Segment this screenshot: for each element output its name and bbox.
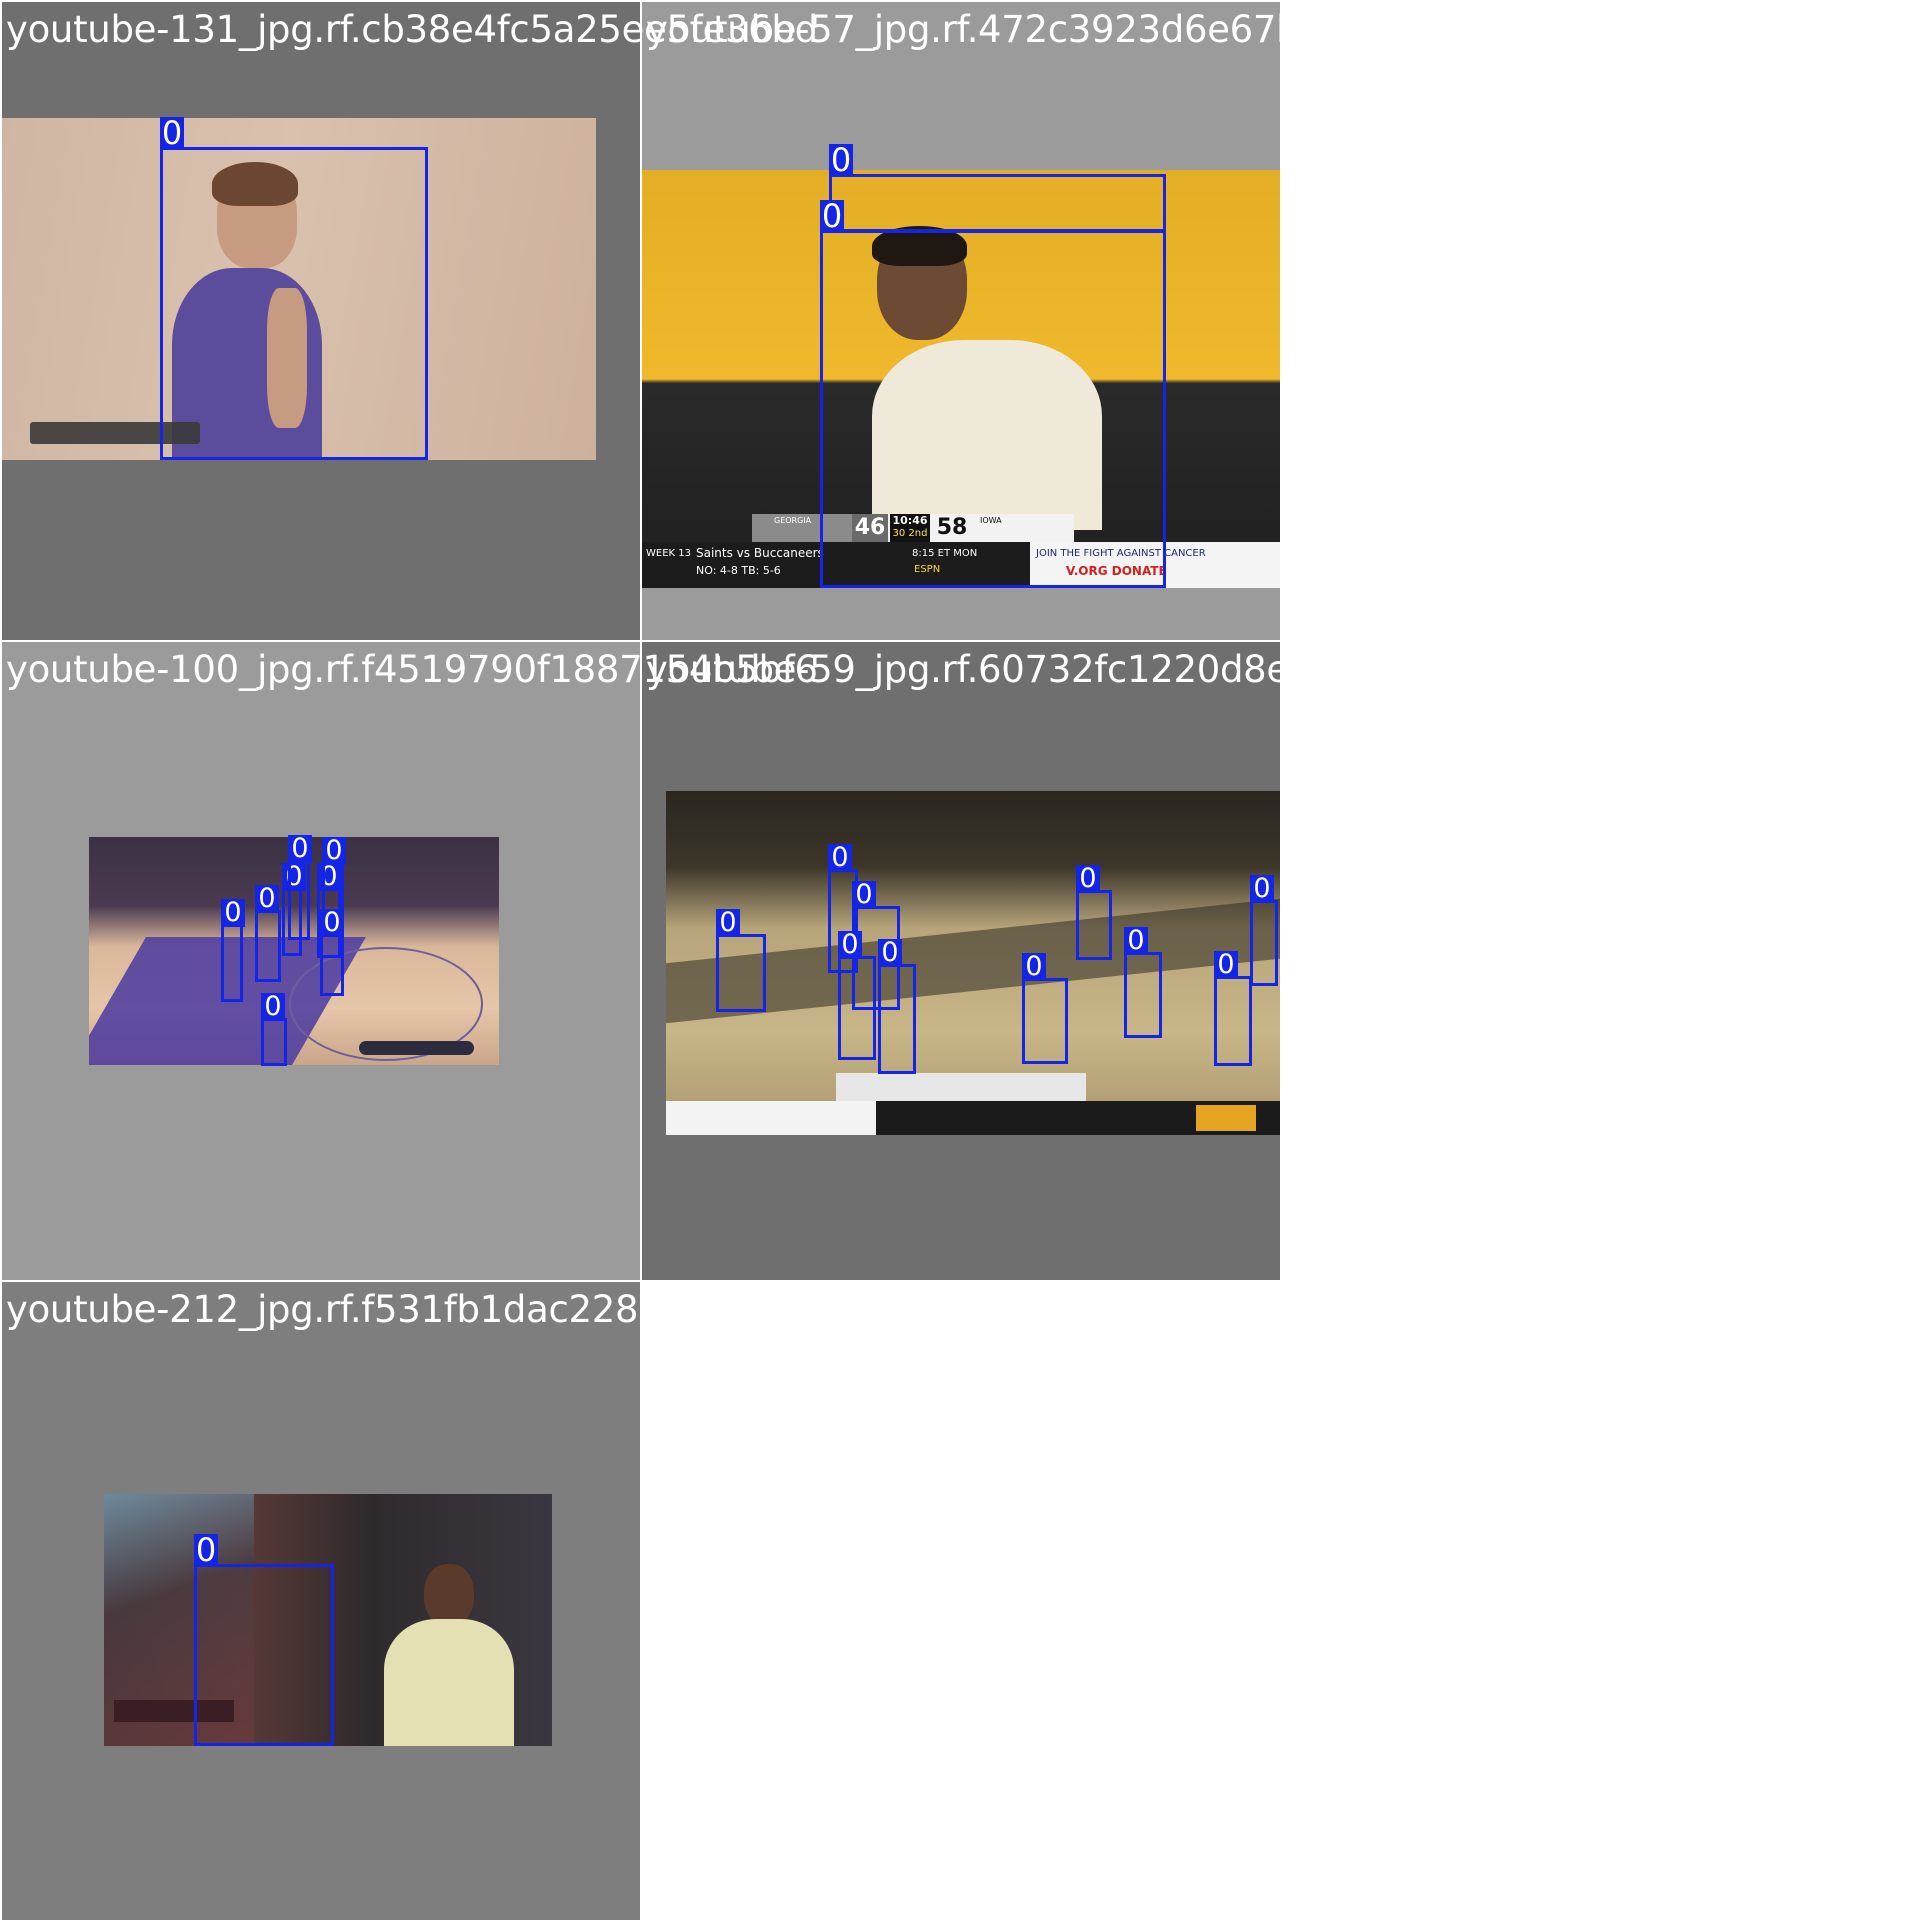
mosaic-tile-2: youtube-57_jpg.rf.472c3923d6e67bb7df7935… [642,2,1475,640]
bounding-box: 0 [221,899,245,1002]
class-label: 0 [878,939,902,967]
class-label: 0 [1022,953,1046,981]
class-label: 0 [255,885,279,913]
ticker-records: NO: 4-8 TB: 5-6 [696,564,781,577]
mosaic-tile-5: youtube-212_jpg.rf.f531fb1dac22819ab876d… [2,1282,823,1920]
mosaic-tile-1: youtube-131_jpg.rf.cb38e4fc5a25ee5fe36bd… [2,2,818,640]
news-ticker [666,1101,1280,1135]
bounding-box: 0 [320,909,344,996]
class-label: 0 [320,909,344,937]
bounding-box: 0 [716,909,766,1012]
scoreboard-strip [836,1073,1086,1101]
scoreboard-strip [359,1041,474,1055]
bounding-box: 0 [255,885,281,982]
class-label: 0 [852,881,876,909]
bounding-box: 0 [288,835,312,940]
class-label: 0 [160,114,184,152]
class-label: 0 [288,835,312,863]
bounding-box: 0 [1076,865,1112,960]
class-label: 0 [838,931,862,959]
class-label: 0 [1250,875,1274,903]
class-label: 0 [322,837,346,865]
bounding-box: 0 [194,1534,334,1746]
mosaic-tile-4: youtube-59_jpg.rf.60732fc1220d8e3a8802b3… [642,642,1474,1280]
tile-title: youtube-59_jpg.rf.60732fc1220d8e3a8802b3 [646,648,1474,691]
ticker-week: WEEK 13 [646,548,691,559]
class-label: 0 [820,197,844,235]
class-label: 0 [261,993,285,1021]
class-label: 0 [1076,865,1100,893]
class-label: 0 [1214,951,1238,979]
bounding-box: 0 [878,939,916,1074]
class-label: 0 [194,1531,218,1569]
ticker-match: Saints vs Buccaneers [696,546,824,560]
class-label: 0 [716,909,740,937]
bounding-box: 0 [1124,927,1162,1038]
class-label: 0 [1124,927,1148,955]
bounding-box: 0 [1022,953,1068,1064]
mosaic-tile-3: youtube-100_jpg.rf.f4519790f1887154b5bf6… [2,642,818,1280]
bounding-box: 0 [1214,951,1252,1066]
bounding-box: 0 [838,931,876,1060]
bounding-box: 0 [1250,875,1278,986]
tile-title: youtube-57_jpg.rf.472c3923d6e67bb7df7935 [646,8,1475,51]
bounding-box: 0 [160,117,428,460]
bounding-box: 0 [820,200,1166,588]
class-label: 0 [221,899,245,927]
person-hoodie [384,1564,514,1746]
class-label: 0 [829,141,853,179]
bounding-box: 0 [261,993,287,1066]
bounding-box: 0 [829,144,1166,232]
team-a-name: GEORGIA [774,516,812,525]
tile-title: youtube-212_jpg.rf.f531fb1dac22819ab876d [6,1288,824,1331]
class-label: 0 [828,844,852,872]
